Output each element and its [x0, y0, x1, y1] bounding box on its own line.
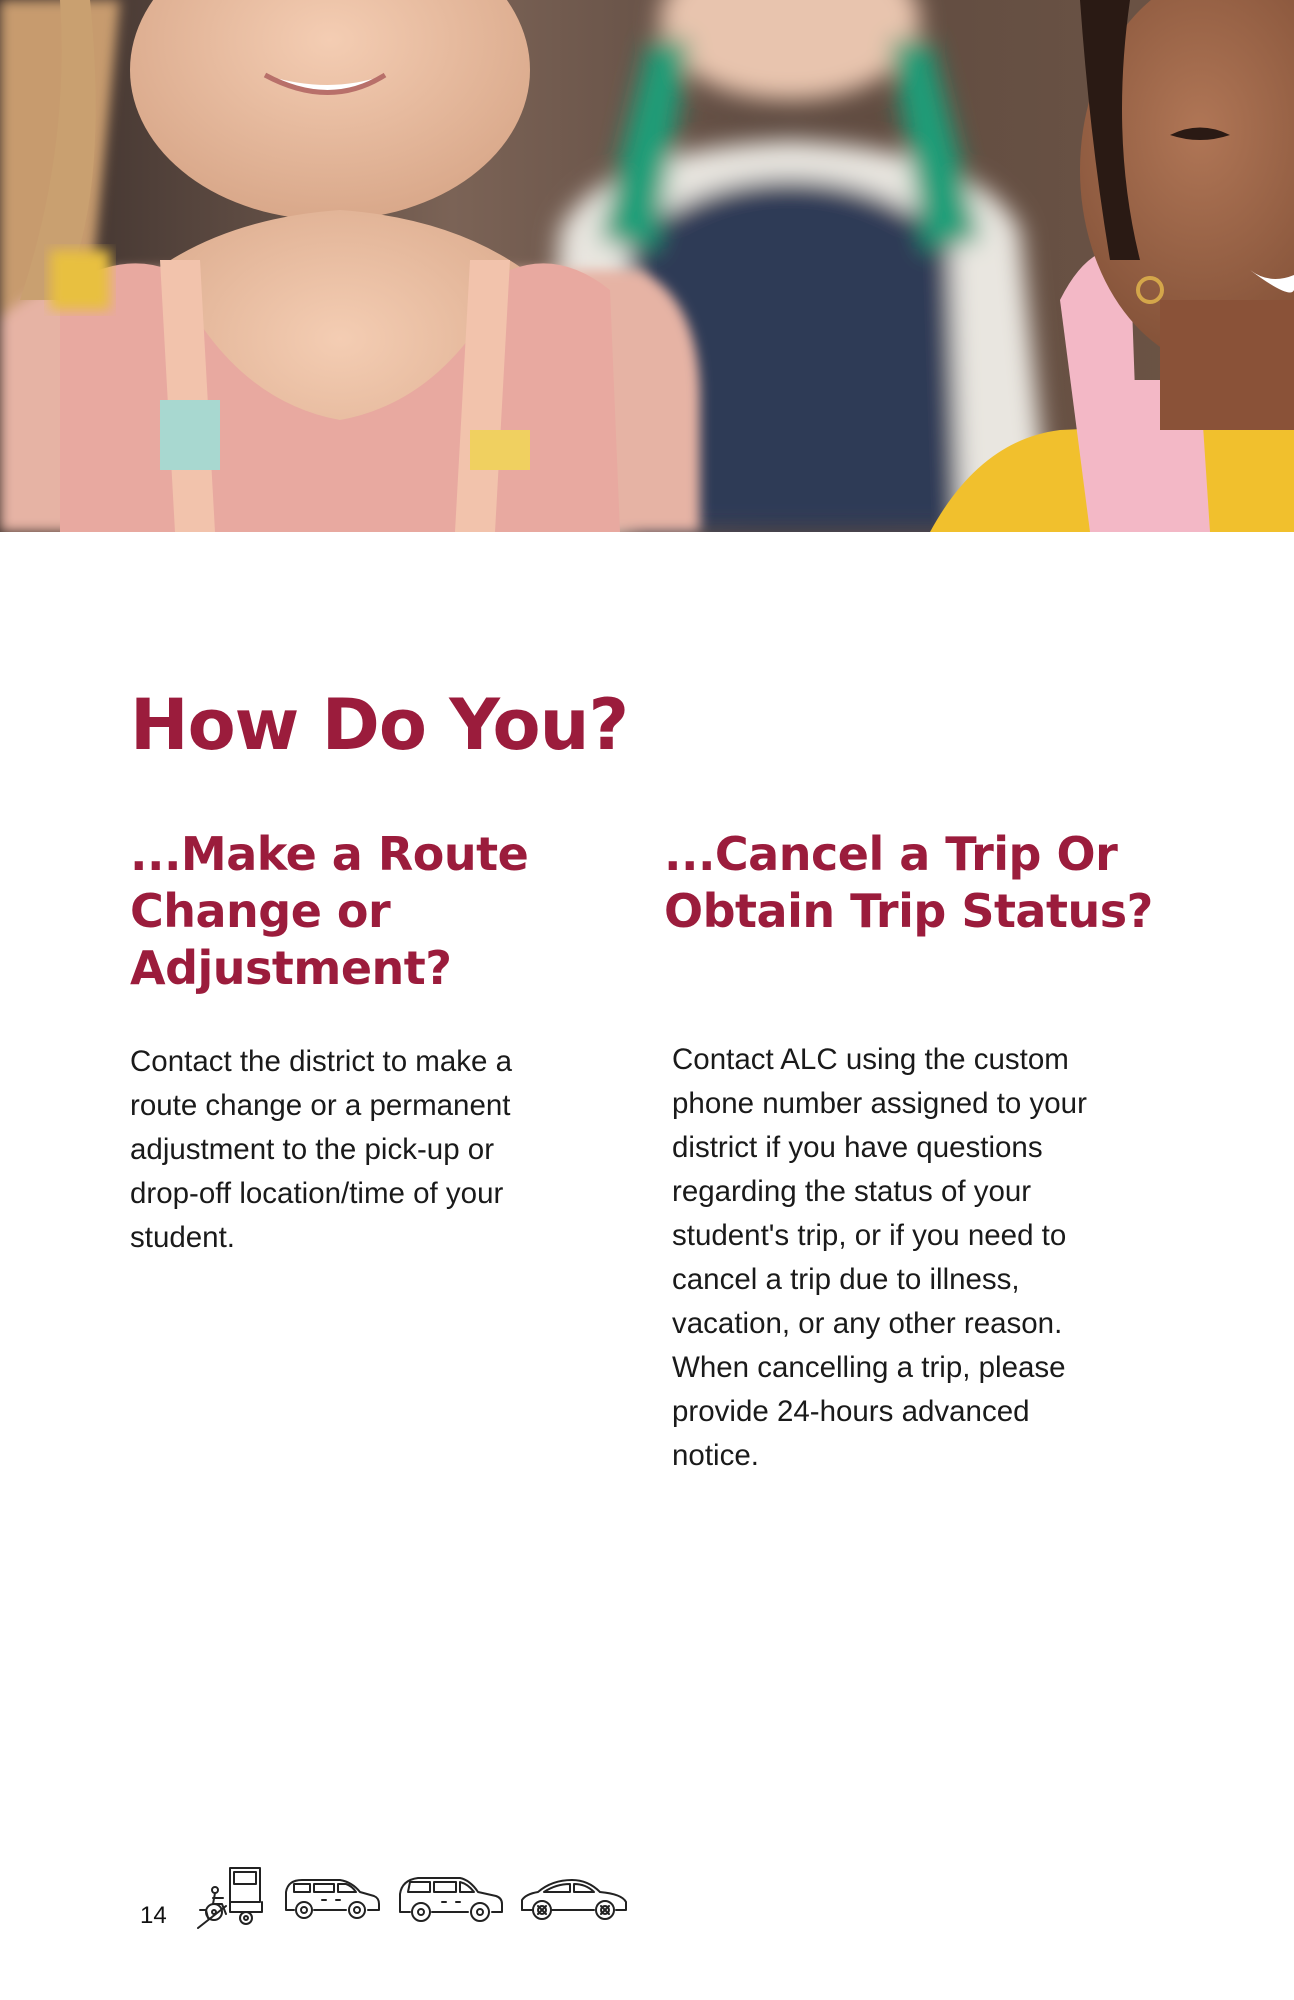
- sedan-icon: [521, 1879, 627, 1920]
- body-line: provide 24-hours advanced: [672, 1395, 1030, 1428]
- heading-line: Change or: [130, 884, 391, 938]
- page-footer: 14: [0, 1862, 1294, 1962]
- page-title: How Do You?: [130, 684, 629, 766]
- body-line: regarding the status of your: [672, 1175, 1032, 1208]
- body-line: When cancelling a trip, please: [672, 1351, 1066, 1384]
- body-line: notice.: [672, 1439, 759, 1472]
- heading-line: Obtain Trip Status?: [664, 884, 1153, 938]
- heading-line: ...Cancel a Trip Or: [664, 827, 1118, 881]
- heading-line: Adjustment?: [130, 941, 452, 995]
- body-line: Contact ALC using the custom: [672, 1043, 1069, 1076]
- body-line: student's trip, or if you need to: [672, 1219, 1067, 1252]
- body-line: district if you have questions: [672, 1131, 1043, 1164]
- section-body-cancel-trip: Contact ALC using the custom phone numbe…: [672, 1038, 1087, 1478]
- section-body-route-change: Contact the district to make a route cha…: [130, 1040, 512, 1260]
- body-line: phone number assigned to your: [672, 1087, 1087, 1120]
- hero-photo: [0, 0, 1294, 532]
- body-line: adjustment to the pick-up or: [130, 1133, 495, 1166]
- body-line: drop-off location/time of your: [130, 1177, 504, 1210]
- suv-icon: [399, 1877, 503, 1922]
- wheelchair-van-icon: [197, 1867, 263, 1929]
- minivan-icon: [285, 1879, 380, 1919]
- body-line: Contact the district to make a: [130, 1045, 513, 1078]
- page-number: 14: [140, 1902, 167, 1929]
- content-area: How Do You? ...Make a Route Change or Ad…: [0, 532, 1294, 2000]
- section-heading-route-change: ...Make a Route Change or Adjustment?: [130, 826, 529, 997]
- body-line: route change or a permanent: [130, 1089, 511, 1122]
- heading-line: ...Make a Route: [130, 827, 529, 881]
- body-line: cancel a trip due to illness,: [672, 1263, 1020, 1296]
- section-heading-cancel-trip: ...Cancel a Trip Or Obtain Trip Status?: [664, 826, 1153, 940]
- body-line: student.: [130, 1221, 235, 1254]
- body-line: vacation, or any other reason.: [672, 1307, 1063, 1340]
